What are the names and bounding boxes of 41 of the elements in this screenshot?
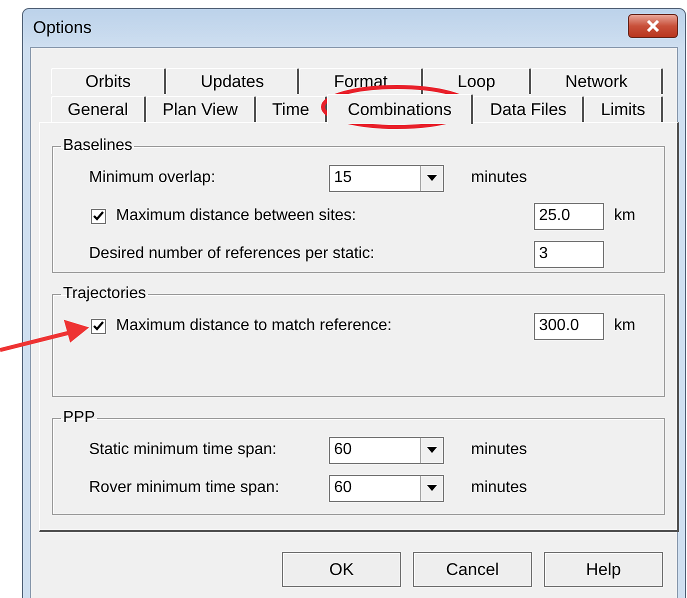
- unit-label: minutes: [471, 169, 528, 187]
- unit-label: km: [614, 317, 636, 335]
- tab[interactable]: Orbits: [51, 68, 166, 94]
- field-label: Maximum distance to match reference:: [116, 317, 393, 335]
- caret-icon: [427, 175, 437, 181]
- dropdown[interactable]: 60: [329, 474, 444, 502]
- tab[interactable]: Network: [530, 68, 663, 94]
- field-label: Minimum overlap:: [89, 169, 216, 187]
- dialog-button[interactable]: Cancel: [413, 552, 532, 587]
- input-field[interactable]: 3: [534, 240, 604, 268]
- unit-label: minutes: [471, 479, 528, 497]
- close-button[interactable]: [628, 14, 678, 38]
- dialog-button[interactable]: Help: [544, 552, 663, 587]
- tab[interactable]: Plan View: [146, 96, 256, 122]
- dropdown[interactable]: 15: [329, 164, 444, 192]
- tab[interactable]: Limits: [584, 96, 663, 122]
- caret-icon: [427, 485, 437, 491]
- tab[interactable]: General: [51, 96, 146, 122]
- window-title: Options: [32, 18, 92, 38]
- group-title: Trajectories: [62, 285, 147, 303]
- field-label: Desired number of references per static:: [89, 245, 376, 263]
- tab[interactable]: Time: [256, 96, 328, 122]
- field-label: Static minimum time span:: [89, 441, 278, 459]
- group-title: PPP: [62, 409, 96, 427]
- checkbox[interactable]: [91, 318, 106, 334]
- dialog-button[interactable]: OK: [282, 552, 401, 587]
- tab[interactable]: Data Files: [473, 96, 584, 122]
- field-label: Rover minimum time span:: [89, 479, 280, 497]
- checkbox[interactable]: [91, 208, 106, 224]
- field-label: Maximum distance between sites:: [116, 207, 358, 225]
- input-field[interactable]: 300.0: [534, 312, 604, 340]
- close-icon: [646, 20, 660, 32]
- caret-icon: [427, 447, 437, 453]
- group-title: Baselines: [62, 137, 134, 155]
- unit-label: km: [614, 207, 636, 225]
- tab[interactable]: Combinations: [327, 94, 474, 124]
- input-field[interactable]: 25.0: [534, 202, 604, 230]
- tab[interactable]: Loop: [423, 68, 531, 94]
- tab[interactable]: Updates: [166, 68, 300, 94]
- dropdown[interactable]: 60: [329, 436, 444, 464]
- unit-label: minutes: [471, 441, 528, 459]
